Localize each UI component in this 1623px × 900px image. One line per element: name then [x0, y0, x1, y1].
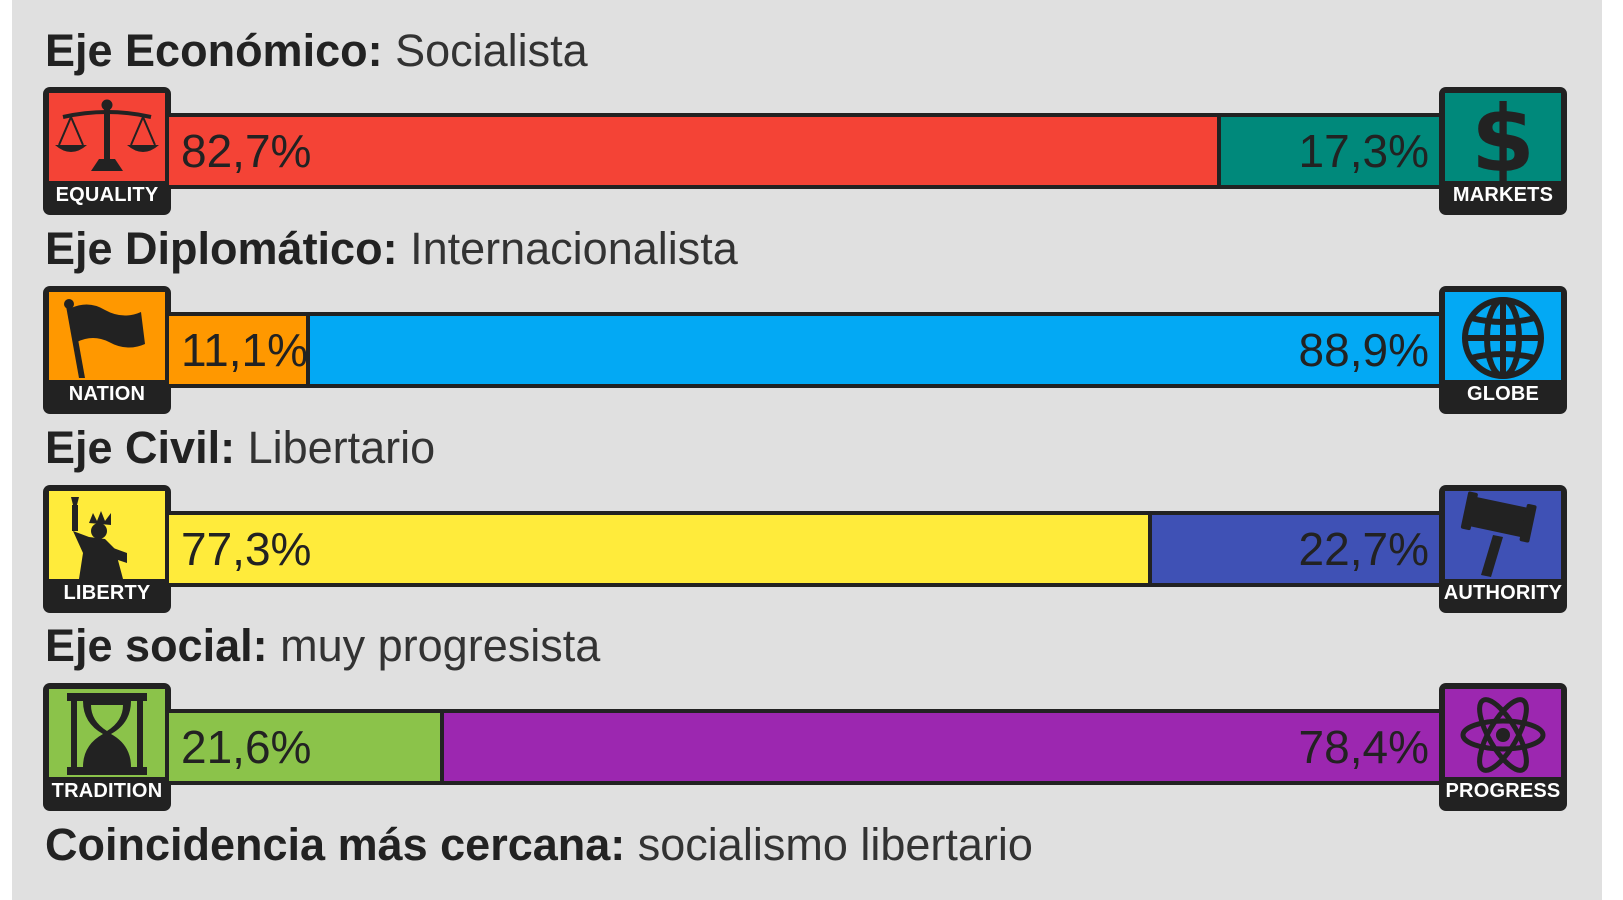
liberty-icon-bg: [49, 491, 165, 579]
authority-label: AUTHORITY: [1443, 582, 1563, 604]
diplomatic-bar: 11,1% 88,9%: [169, 312, 1441, 388]
equality-icon-box: EQUALITY: [43, 87, 171, 215]
dollar-icon: $: [1471, 93, 1535, 181]
nation-segment: 11,1%: [169, 316, 311, 384]
liberty-segment: 77,3%: [169, 515, 1153, 583]
equality-segment: 82,7%: [169, 117, 1221, 185]
markets-icon-bg: $: [1445, 93, 1561, 181]
diplomatic-axis-value: Internacionalista: [410, 223, 738, 274]
authority-percent: 22,7%: [1298, 523, 1429, 575]
progress-segment: 78,4%: [443, 713, 1441, 781]
closest-match-value: socialismo libertario: [637, 819, 1033, 870]
globe-label: GLOBE: [1466, 383, 1540, 405]
social-axis-row: TRADITION 21,6% 78,4% PROGRESS: [43, 683, 1567, 811]
gavel-icon: [1460, 491, 1537, 577]
globe-icon: [1462, 297, 1544, 379]
markets-label: MARKETS: [1452, 184, 1554, 206]
economic-axis-value: Socialista: [395, 25, 588, 76]
statue-of-liberty-icon: [71, 497, 127, 579]
social-axis-label: Eje social:: [45, 620, 268, 671]
hourglass-icon: [67, 693, 147, 775]
liberty-icon-box: LIBERTY: [43, 485, 171, 613]
nation-icon-box: NATION: [43, 286, 171, 414]
liberty-label: LIBERTY: [63, 582, 151, 604]
markets-icon-box: $ MARKETS: [1439, 87, 1567, 215]
economic-bar: 82,7% 17,3%: [169, 113, 1441, 189]
progress-icon-bg: [1445, 689, 1561, 777]
diplomatic-axis-row: NATION 11,1% 88,9% GLOBE: [43, 286, 1567, 414]
authority-segment: 22,7%: [1152, 515, 1441, 583]
globe-icon-box: GLOBE: [1439, 286, 1567, 414]
closest-match-label: Coincidencia más cercana:: [45, 819, 626, 870]
authority-icon-box: AUTHORITY: [1439, 485, 1567, 613]
liberty-percent: 77,3%: [181, 523, 312, 575]
nation-percent: 11,1%: [181, 324, 309, 376]
economic-axis-label: Eje Económico:: [45, 25, 383, 76]
social-axis-value: muy progresista: [280, 620, 601, 671]
equality-percent: 82,7%: [181, 125, 312, 177]
globe-icon-bg: [1445, 292, 1561, 380]
civil-axis-title: Eje Civil: Libertario: [45, 421, 435, 475]
tradition-icon-bg: [49, 689, 165, 777]
closest-match-title: Coincidencia más cercana: socialismo lib…: [45, 818, 1033, 872]
tradition-segment: 21,6%: [169, 713, 444, 781]
markets-segment: 17,3%: [1220, 117, 1441, 185]
social-axis-title: Eje social: muy progresista: [45, 619, 600, 673]
progress-percent: 78,4%: [1298, 721, 1429, 773]
atom-icon: [1460, 697, 1546, 773]
tradition-percent: 21,6%: [181, 721, 312, 773]
civil-axis-row: LIBERTY 77,3% 22,7% AUTHORITY: [43, 485, 1567, 613]
economic-axis-row: EQUALITY 82,7% 17,3% $ MARKETS: [43, 87, 1567, 215]
scales-icon: [55, 99, 159, 171]
globe-percent: 88,9%: [1298, 324, 1429, 376]
progress-icon-box: PROGRESS: [1439, 683, 1567, 811]
diplomatic-axis-label: Eje Diplomático:: [45, 223, 398, 274]
equality-icon-bg: [49, 93, 165, 181]
tradition-icon-box: TRADITION: [43, 683, 171, 811]
authority-icon-bg: [1445, 491, 1561, 579]
civil-axis-value: Libertario: [247, 422, 436, 473]
tradition-label: TRADITION: [51, 780, 163, 802]
civil-bar: 77,3% 22,7%: [169, 511, 1441, 587]
flag-icon: [64, 299, 145, 378]
markets-percent: 17,3%: [1298, 125, 1429, 177]
progress-label: PROGRESS: [1445, 780, 1561, 802]
equality-label: EQUALITY: [55, 184, 159, 206]
globe-segment: 88,9%: [310, 316, 1441, 384]
svg-text:$: $: [1471, 93, 1535, 181]
civil-axis-label: Eje Civil:: [45, 422, 236, 473]
page-edge: [1602, 0, 1623, 900]
economic-axis-title: Eje Económico: Socialista: [45, 24, 588, 78]
diplomatic-axis-title: Eje Diplomático: Internacionalista: [45, 222, 738, 276]
social-bar: 21,6% 78,4%: [169, 709, 1441, 785]
nation-icon-bg: [49, 292, 165, 380]
nation-label: NATION: [68, 383, 146, 405]
